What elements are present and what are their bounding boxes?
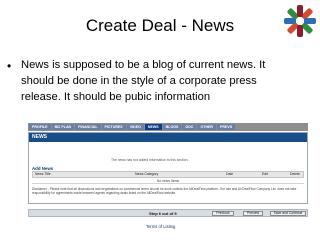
tab-biz-plan[interactable]: BIZ PLAN [51,124,75,130]
tab-video[interactable]: VIDEO [126,124,144,130]
hint-text: The news has not added information to th… [111,158,189,162]
tab-blogs[interactable]: BLOGS [162,124,182,130]
column-header: Delete [290,172,300,176]
terms-link[interactable]: Terms of Listing [146,224,175,229]
tab-pictures[interactable]: PICTURES [101,124,126,130]
previous-button[interactable]: Previous [212,211,234,216]
column-header: News Category [135,172,159,176]
section-tabs: PROFILE BIZ PLAN FINANCIAL PICTURES VIDE… [28,123,308,131]
column-header: News Title [35,172,51,176]
news-panel: NEWS The news has not added information … [28,132,308,204]
empty-state: No news items [32,178,304,184]
logo-icon [284,5,316,37]
bullet-text: News is supposed to be a blog of current… [21,59,266,103]
bullet-marker: • [7,59,12,73]
deal-form-screenshot: PROFILE BIZ PLAN FINANCIAL PICTURES VIDE… [28,121,308,220]
slide-title: Create Deal - News [85,16,235,35]
tab-financial[interactable]: FINANCIAL [75,124,101,130]
preview-button[interactable]: Preview [243,211,263,216]
column-header: Date [226,172,234,176]
tab-prevs[interactable]: PREVS [217,124,236,130]
tab-profile[interactable]: PROFILE [29,124,51,130]
tab-other[interactable]: OTHER [197,124,217,130]
step-indicator: Step 6 out of 9 [149,211,177,216]
disclaimer: Disclaimer - Please note that all discus… [32,187,297,196]
step-footer: Step 6 out of 9 Previous Preview Save an… [28,209,308,217]
tab-doc[interactable]: DOC [182,124,197,130]
save-continue-button[interactable]: Save and Continue [270,211,306,216]
column-header: Edit [262,172,268,176]
news-table-header: News Title News Category Date Edit Delet… [32,171,304,178]
panel-title: NEWS [29,133,307,142]
tab-news[interactable]: NEWS [144,124,162,130]
